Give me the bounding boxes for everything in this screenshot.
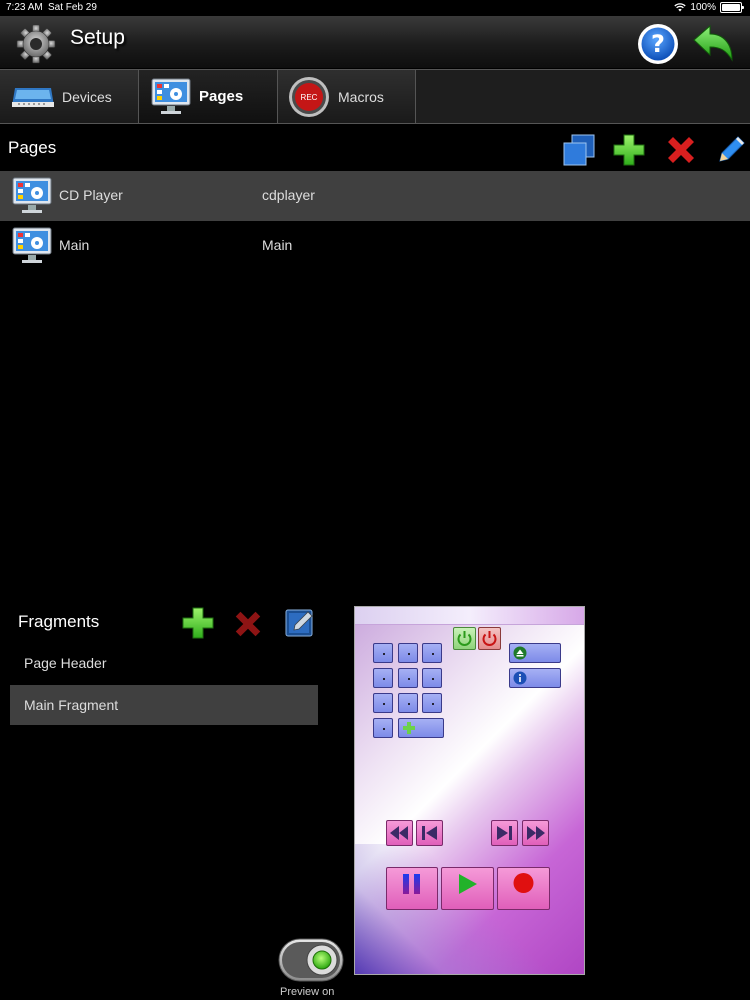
next-track-button[interactable] — [491, 820, 518, 846]
fast-forward-icon — [527, 826, 545, 840]
delete-page-icon[interactable] — [664, 133, 698, 167]
tab-bar: Devices Pages REC Macros — [0, 69, 750, 124]
tab-pages[interactable]: Pages — [139, 70, 278, 123]
edit-pencil-icon[interactable] — [714, 133, 748, 167]
preview-header-band — [355, 607, 584, 625]
rewind-icon — [390, 826, 408, 840]
pages-section-title: Pages — [8, 138, 57, 157]
edit-fragment-icon[interactable] — [284, 606, 316, 638]
preview-toggle[interactable] — [278, 938, 344, 982]
devices-icon — [12, 87, 54, 107]
status-date: Sat Feb 29 — [48, 2, 97, 13]
back-arrow-icon[interactable] — [692, 22, 736, 66]
fragment-label: Page Header — [24, 655, 107, 671]
tab-devices-label: Devices — [62, 88, 112, 105]
svg-text:?: ? — [651, 30, 665, 58]
help-icon[interactable]: ? — [637, 23, 679, 65]
page-preview — [354, 606, 585, 975]
page-name: Main — [59, 237, 90, 253]
tab-macros[interactable]: REC Macros — [278, 70, 416, 123]
plus-icon — [403, 722, 415, 734]
keypad-button[interactable] — [373, 668, 393, 688]
info-button[interactable] — [509, 668, 561, 688]
keypad-button[interactable] — [422, 668, 442, 688]
record-icon: REC — [289, 76, 329, 117]
gear-icon[interactable] — [16, 24, 56, 64]
pause-button[interactable] — [386, 867, 438, 910]
power-off-icon — [482, 631, 497, 646]
power-on-button[interactable] — [453, 627, 476, 650]
fragment-label: Main Fragment — [24, 697, 119, 713]
play-button[interactable] — [441, 867, 494, 910]
page-title: Setup — [70, 26, 125, 49]
delete-fragment-icon[interactable] — [232, 608, 264, 640]
play-icon — [459, 874, 477, 894]
record-button[interactable] — [497, 867, 550, 910]
eject-icon — [513, 646, 527, 660]
tab-devices[interactable]: Devices — [0, 70, 139, 123]
record-badge: REC — [301, 93, 318, 102]
page-row-cdplayer[interactable]: CD Player cdplayer — [0, 171, 750, 221]
status-bar: 7:23 AM Sat Feb 29 100% — [0, 0, 750, 16]
tab-pages-label: Pages — [199, 88, 244, 105]
power-off-button[interactable] — [478, 627, 501, 650]
fast-forward-button[interactable] — [522, 820, 549, 846]
page-monitor-icon — [12, 177, 52, 213]
page-monitor-icon — [12, 227, 52, 263]
page-row-main[interactable]: Main Main — [0, 221, 750, 271]
keypad-button[interactable] — [422, 643, 442, 663]
record-dot-icon — [513, 873, 534, 893]
duplicate-icon[interactable] — [562, 133, 596, 167]
eject-button[interactable] — [509, 643, 561, 663]
previous-track-button[interactable] — [416, 820, 443, 846]
battery-percent: 100% — [690, 2, 716, 13]
keypad-plus-button[interactable] — [398, 718, 444, 738]
keypad-button[interactable] — [373, 718, 393, 738]
fragment-item-main-fragment[interactable]: Main Fragment — [10, 685, 318, 725]
pause-icon — [403, 874, 420, 894]
status-right: 100% — [674, 2, 744, 13]
info-icon — [513, 671, 527, 685]
keypad-button[interactable] — [373, 643, 393, 663]
keypad-button[interactable] — [398, 693, 418, 713]
page-name: CD Player — [59, 187, 123, 203]
pages-monitor-icon — [151, 78, 191, 114]
skip-back-icon — [422, 826, 437, 840]
add-fragment-icon[interactable] — [181, 606, 215, 640]
add-page-icon[interactable] — [612, 133, 646, 167]
fragment-item-page-header[interactable]: Page Header — [10, 643, 318, 683]
page-code: cdplayer — [262, 187, 315, 203]
keypad-button[interactable] — [398, 668, 418, 688]
keypad-button[interactable] — [373, 693, 393, 713]
keypad-button[interactable] — [422, 693, 442, 713]
fragments-section-title: Fragments — [18, 612, 100, 631]
page-code: Main — [262, 237, 293, 253]
rewind-button[interactable] — [386, 820, 413, 846]
keypad-button[interactable] — [398, 643, 418, 663]
wifi-icon — [674, 3, 687, 12]
status-time: 7:23 AM — [6, 2, 43, 13]
tab-macros-label: Macros — [338, 88, 384, 105]
skip-forward-icon — [497, 826, 512, 840]
preview-toggle-label: Preview on — [280, 986, 335, 998]
battery-icon — [720, 2, 744, 13]
power-on-icon — [457, 631, 472, 646]
